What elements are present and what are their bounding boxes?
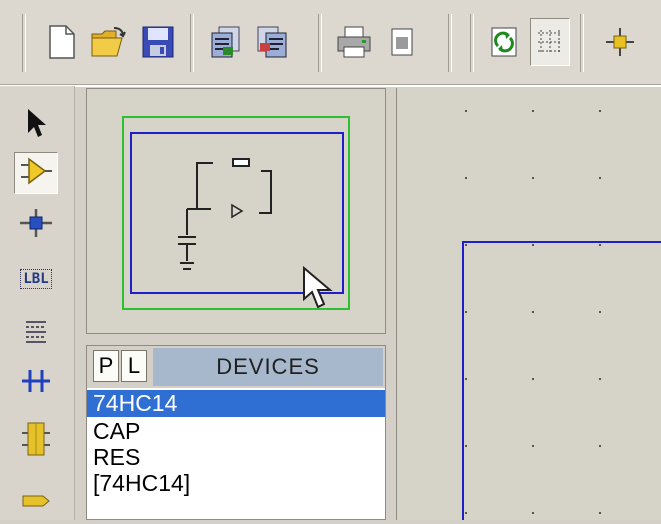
refresh-button[interactable] bbox=[484, 18, 524, 66]
device-list-item[interactable]: CAP bbox=[87, 418, 385, 445]
circuit-thumbnail bbox=[178, 158, 272, 270]
toolbar-separator bbox=[22, 14, 26, 72]
terminals-mode-button[interactable] bbox=[14, 482, 58, 524]
mode-toolbar: LBL bbox=[0, 86, 75, 520]
origin-icon bbox=[605, 27, 635, 57]
export-section-icon bbox=[255, 25, 289, 59]
buses-mode-button[interactable] bbox=[14, 362, 58, 404]
refresh-icon bbox=[490, 26, 518, 58]
component-mode-button[interactable] bbox=[14, 152, 58, 194]
wire-label-mode-icon: LBL bbox=[20, 269, 52, 289]
junction-dot-mode-button[interactable] bbox=[14, 204, 58, 246]
wire-label-mode-button[interactable]: LBL bbox=[14, 258, 58, 300]
import-section-button[interactable] bbox=[206, 18, 246, 66]
save-icon bbox=[142, 26, 174, 58]
junction-dot-mode-icon bbox=[19, 208, 53, 243]
sheet-border bbox=[462, 241, 661, 520]
devices-panel: P L DEVICES 74HC14 CAP RES [74HC14] bbox=[86, 345, 386, 520]
open-folder-icon bbox=[90, 26, 126, 58]
import-section-icon bbox=[209, 25, 243, 59]
set-area-button[interactable] bbox=[382, 18, 422, 66]
toolbar-separator bbox=[448, 14, 452, 72]
export-section-button[interactable] bbox=[252, 18, 292, 66]
toolbar-separator bbox=[470, 14, 474, 72]
device-list-item[interactable]: 74HC14 bbox=[87, 390, 385, 417]
device-list-item[interactable]: RES bbox=[87, 444, 385, 471]
new-file-button[interactable] bbox=[42, 18, 82, 66]
text-script-mode-button[interactable] bbox=[14, 312, 58, 354]
subcircuit-mode-icon bbox=[20, 421, 52, 462]
component-mode-icon bbox=[19, 156, 53, 191]
schematic-editing-window[interactable] bbox=[396, 88, 661, 520]
toolbar-divider bbox=[0, 84, 661, 87]
library-manager-button[interactable]: L bbox=[121, 350, 147, 382]
overview-window[interactable] bbox=[86, 88, 386, 334]
new-file-icon bbox=[48, 25, 76, 59]
device-list-item[interactable]: [74HC14] bbox=[87, 470, 385, 497]
selection-mode-button[interactable] bbox=[14, 104, 58, 146]
grid-toggle-icon bbox=[535, 27, 565, 57]
grid-toggle-button[interactable] bbox=[530, 18, 570, 66]
print-icon bbox=[336, 25, 372, 59]
terminals-mode-icon bbox=[21, 492, 51, 515]
print-button[interactable] bbox=[334, 18, 374, 66]
toolbar-separator bbox=[580, 14, 584, 72]
selection-mode-icon bbox=[25, 107, 47, 144]
grid-dots bbox=[465, 110, 601, 514]
pick-devices-button[interactable]: P bbox=[93, 350, 119, 382]
save-button[interactable] bbox=[138, 18, 178, 66]
subcircuit-mode-button[interactable] bbox=[14, 420, 58, 462]
origin-button[interactable] bbox=[600, 18, 640, 66]
toolbar-separator bbox=[318, 14, 322, 72]
text-script-mode-icon bbox=[23, 318, 49, 349]
open-button[interactable] bbox=[88, 18, 128, 66]
toolbar-separator bbox=[190, 14, 194, 72]
buses-mode-icon bbox=[20, 367, 52, 400]
devices-header: P L DEVICES bbox=[87, 346, 385, 388]
devices-title: DEVICES bbox=[153, 348, 383, 386]
mouse-pointer-icon bbox=[301, 265, 335, 316]
main-toolbar bbox=[0, 0, 661, 86]
set-area-icon bbox=[389, 27, 415, 57]
